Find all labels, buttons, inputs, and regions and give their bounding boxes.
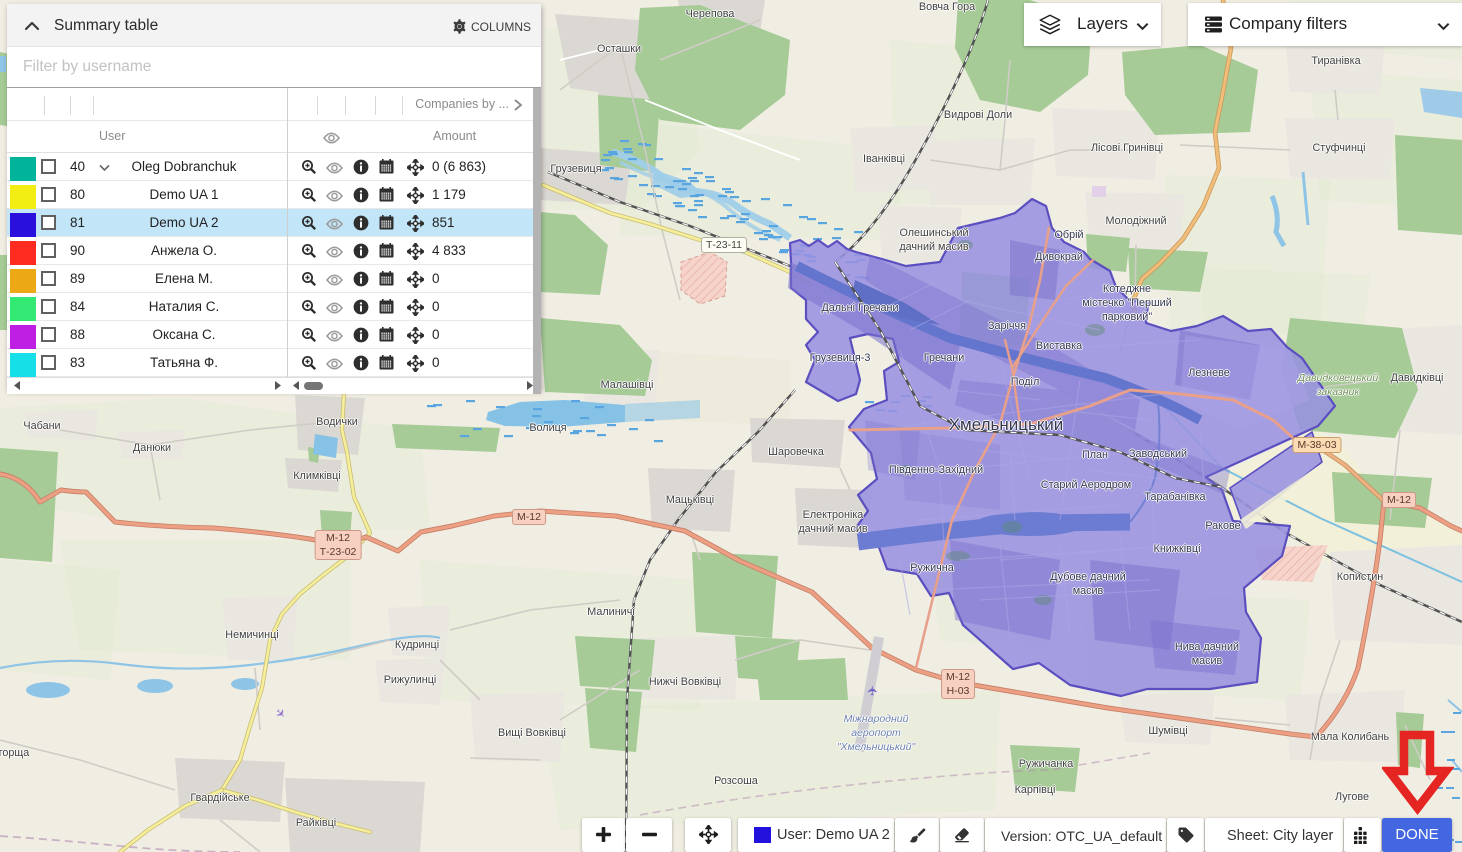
svg-text:✈: ✈ (865, 685, 880, 696)
